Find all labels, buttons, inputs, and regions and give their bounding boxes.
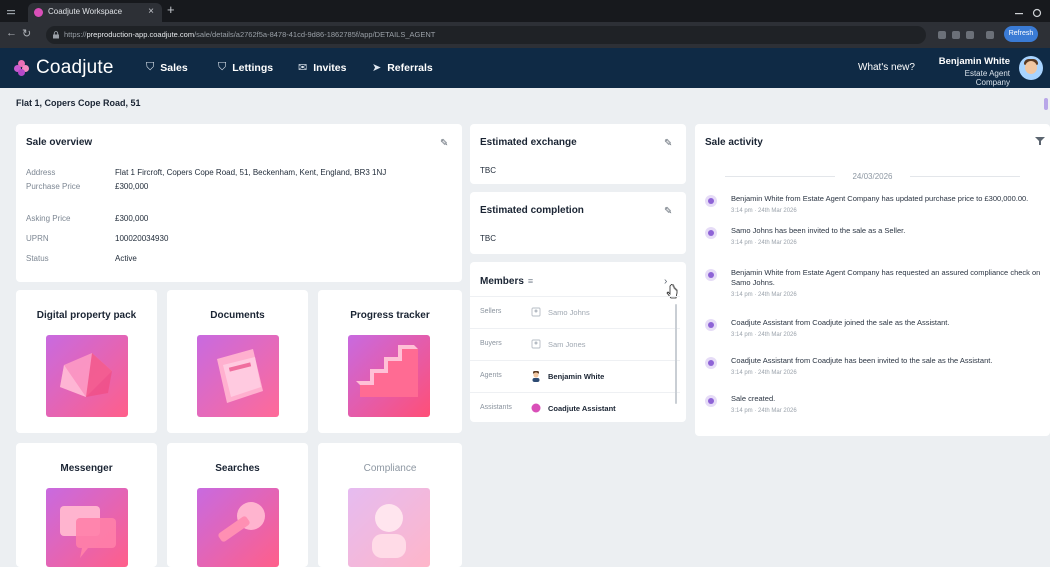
members-card: Members ≡ › Sellers Samo Johns Buyers Sam… bbox=[470, 262, 686, 422]
nav-sales[interactable]: ⛉ Sales bbox=[146, 61, 188, 74]
user-placeholder-icon bbox=[531, 307, 541, 317]
app-navbar: Coadjute ⛉ Sales ⛉ Lettings ✉ Invites ➤ Refe… bbox=[0, 48, 1050, 88]
coadjute-logo-icon bbox=[14, 60, 30, 76]
member-row-assistant[interactable]: Assistants Coadjute Assistant bbox=[470, 392, 680, 424]
address-bar[interactable]: https://preproduction-app.coadjute.com/s… bbox=[46, 26, 926, 44]
side-panel-handle[interactable] bbox=[1044, 98, 1048, 110]
messenger-illustration bbox=[46, 488, 128, 567]
activity-icon bbox=[705, 395, 717, 407]
tile-searches[interactable]: Searches bbox=[167, 443, 308, 567]
property-pack-illustration bbox=[46, 335, 128, 417]
documents-illustration bbox=[197, 335, 279, 417]
send-icon: ➤ bbox=[372, 62, 382, 74]
member-row-seller[interactable]: Sellers Samo Johns bbox=[470, 296, 680, 328]
nav-lettings[interactable]: ⛉ Lettings bbox=[218, 61, 273, 74]
activity-icon bbox=[705, 357, 717, 369]
nav-referrals[interactable]: ➤ Referrals bbox=[372, 61, 433, 75]
user-placeholder-icon bbox=[531, 339, 541, 349]
activity-icon bbox=[705, 227, 717, 239]
window-menu-icon[interactable] bbox=[6, 5, 16, 15]
minimize-icon[interactable] bbox=[1014, 5, 1024, 15]
estimated-completion-title: Estimated completion bbox=[480, 205, 584, 216]
activity-icon bbox=[705, 195, 717, 207]
overview-row-address: Address Flat 1 Fircroft, Copers Cope Road… bbox=[26, 168, 387, 177]
filter-icon[interactable] bbox=[1035, 136, 1045, 149]
extension-icon[interactable] bbox=[966, 31, 974, 39]
progress-tracker-illustration bbox=[348, 335, 430, 417]
tile-digital-property-pack[interactable]: Digital property pack bbox=[16, 290, 157, 433]
overview-row-asking-price: Asking Price £300,000 bbox=[26, 214, 149, 223]
members-title: Members ≡ bbox=[480, 276, 534, 287]
tile-documents[interactable]: Documents bbox=[167, 290, 308, 433]
tile-messenger[interactable]: Messenger bbox=[16, 443, 157, 567]
overview-row-status: Status Active bbox=[26, 254, 137, 263]
lock-icon bbox=[53, 31, 59, 39]
envelope-icon: ✉ bbox=[298, 62, 308, 74]
tag-icon: ⛉ bbox=[146, 61, 155, 73]
agent-avatar bbox=[532, 371, 540, 382]
breadcrumb-bar: Flat 1, Copers Cope Road, 51 bbox=[0, 88, 1050, 118]
sale-overview-card: Sale overview ✎ Address Flat 1 Fircroft, … bbox=[16, 124, 462, 282]
extension-icon[interactable] bbox=[952, 31, 960, 39]
new-tab-button[interactable]: + bbox=[167, 2, 175, 17]
user-menu[interactable]: Benjamin White Estate Agent Company bbox=[930, 56, 1010, 87]
user-name: Benjamin White bbox=[938, 56, 1010, 67]
browser-toolbar: ← ↻ https://preproduction-app.coadjute.c… bbox=[0, 22, 1050, 48]
key-icon: ⛉ bbox=[218, 61, 227, 73]
overview-row-purchase-price: Purchase Price £300,000 bbox=[26, 182, 149, 191]
browser-tab-bar: Coadjute Workspace × + bbox=[0, 0, 1050, 22]
members-scrollbar[interactable] bbox=[675, 304, 677, 404]
sale-overview-title: Sale overview bbox=[26, 137, 93, 148]
url-text: https://preproduction-app.coadjute.com/s… bbox=[64, 30, 436, 39]
tab-title: Coadjute Workspace bbox=[48, 7, 123, 16]
estimated-exchange-value: TBC bbox=[480, 166, 496, 175]
back-icon[interactable]: ← bbox=[6, 27, 17, 39]
edit-icon[interactable]: ✎ bbox=[664, 138, 672, 149]
whats-new-link[interactable]: What's new? bbox=[858, 62, 915, 73]
profile-button[interactable]: Refresh bbox=[1004, 26, 1038, 42]
extensions-puzzle-icon[interactable] bbox=[986, 31, 994, 39]
edit-icon[interactable]: ✎ bbox=[664, 206, 672, 217]
coadjute-assistant-icon bbox=[531, 403, 541, 413]
browser-tab[interactable]: Coadjute Workspace × bbox=[28, 3, 162, 22]
edit-icon[interactable]: ✎ bbox=[440, 138, 448, 149]
tile-compliance[interactable]: Compliance bbox=[318, 443, 462, 567]
close-window-icon[interactable] bbox=[1032, 5, 1042, 18]
overview-row-uprn: UPRN 100020034930 bbox=[26, 234, 169, 243]
member-row-buyer[interactable]: Buyers Sam Jones bbox=[470, 328, 680, 360]
sale-activity-card: Sale activity 24/03/2026 Benjamin White … bbox=[695, 124, 1050, 436]
nav-invites[interactable]: ✉ Invites bbox=[298, 61, 346, 75]
activity-date: 24/03/2026 bbox=[852, 172, 893, 181]
searches-illustration bbox=[197, 488, 279, 567]
user-company: Estate Agent Company bbox=[964, 69, 1010, 87]
estimated-completion-value: TBC bbox=[480, 234, 496, 243]
activity-icon bbox=[705, 269, 717, 281]
estimated-completion-card: Estimated completion ✎ TBC bbox=[470, 192, 686, 254]
close-tab-icon[interactable]: × bbox=[148, 6, 154, 17]
coadjute-favicon bbox=[34, 8, 43, 17]
member-row-agent[interactable]: Agents Benjamin White bbox=[470, 360, 680, 392]
page-title: Flat 1, Copers Cope Road, 51 bbox=[16, 98, 141, 108]
estimated-exchange-card: Estimated exchange ✎ TBC bbox=[470, 124, 686, 184]
reload-icon[interactable]: ↻ bbox=[22, 27, 31, 40]
estimated-exchange-title: Estimated exchange bbox=[480, 137, 577, 148]
extension-icon[interactable] bbox=[938, 31, 946, 39]
tile-progress-tracker[interactable]: Progress tracker bbox=[318, 290, 462, 433]
coadjute-logo[interactable]: Coadjute bbox=[14, 57, 114, 79]
sale-activity-title: Sale activity bbox=[705, 137, 763, 148]
activity-icon bbox=[705, 319, 717, 331]
compliance-illustration bbox=[348, 488, 430, 567]
user-avatar[interactable] bbox=[1019, 56, 1043, 80]
